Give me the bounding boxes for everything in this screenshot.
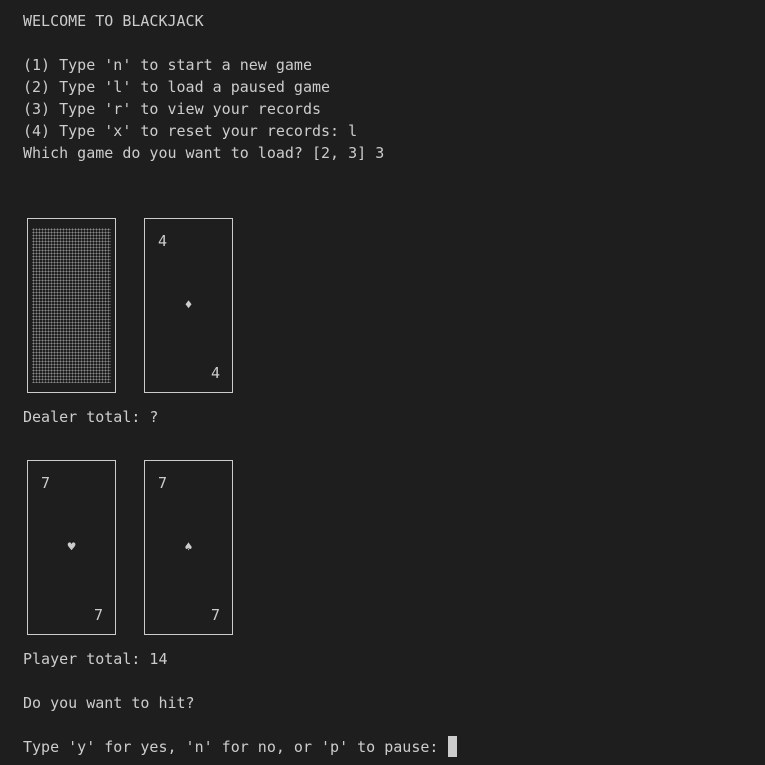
player-card-1: 7 ♥ 7	[27, 460, 116, 635]
card-rank-top: 7	[158, 474, 168, 492]
card-back-pattern	[32, 228, 111, 383]
heart-icon: ♥	[67, 540, 76, 555]
card-rank-bottom: 4	[210, 364, 220, 382]
card-rank-bottom: 7	[210, 606, 220, 624]
input-prompt: Type 'y' for yes, 'n' for no, or 'p' to …	[23, 738, 448, 756]
menu-option-new-game: (1) Type 'n' to start a new game	[23, 56, 312, 74]
text-cursor[interactable]	[448, 736, 458, 757]
load-game-prompt: Which game do you want to load? [2, 3] 3	[23, 144, 385, 162]
terminal-window[interactable]: WELCOME TO BLACKJACK (1) Type 'n' to sta…	[0, 0, 765, 765]
dealer-total: Dealer total: ?	[23, 408, 159, 426]
menu-option-view-records: (3) Type 'r' to view your records	[23, 100, 322, 118]
menu-option-reset-records: (4) Type 'x' to reset your records: l	[23, 122, 358, 140]
input-line[interactable]: Type 'y' for yes, 'n' for no, or 'p' to …	[23, 736, 458, 758]
menu-option-load-game: (2) Type 'l' to load a paused game	[23, 78, 331, 96]
card-rank-top: 4	[158, 232, 168, 250]
dealer-card-face-down	[27, 218, 116, 393]
player-total: Player total: 14	[23, 650, 168, 668]
card-rank-top: 7	[41, 474, 51, 492]
welcome-heading: WELCOME TO BLACKJACK	[23, 12, 204, 30]
spade-icon: ♠	[184, 540, 193, 555]
dealer-card-face-up: 4 ♦ 4	[144, 218, 233, 393]
diamond-icon: ♦	[184, 298, 193, 313]
card-rank-bottom: 7	[93, 606, 103, 624]
player-card-2: 7 ♠ 7	[144, 460, 233, 635]
hit-question: Do you want to hit?	[23, 694, 195, 712]
